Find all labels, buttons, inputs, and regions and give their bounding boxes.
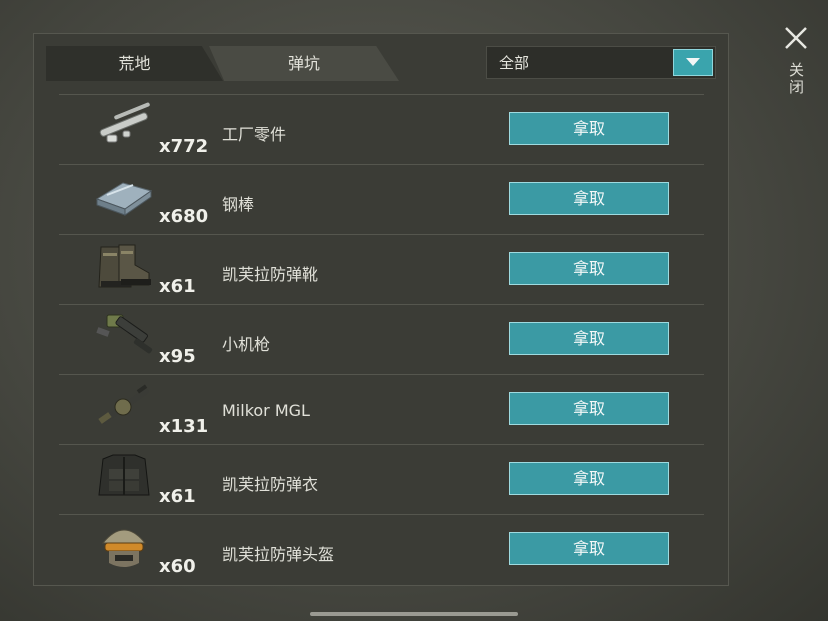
filter-selected-value: 全部 <box>499 54 530 72</box>
item-list: x772 工厂零件 拿取 x680 钢棒 拿取 x61 凯芙拉防弹靴 拿取 x9… <box>59 92 704 577</box>
item-quantity: x95 <box>159 346 196 367</box>
list-item: x61 凯芙拉防弹衣 拿取 <box>59 445 704 515</box>
kevlar-helmet-icon <box>93 521 155 571</box>
item-quantity: x680 <box>159 206 209 227</box>
tab-crater[interactable]: 弹坑 <box>209 46 399 81</box>
item-quantity: x772 <box>159 136 209 157</box>
take-button[interactable]: 拿取 <box>509 112 669 145</box>
grenade-launcher-icon <box>93 381 155 431</box>
item-quantity: x60 <box>159 556 196 577</box>
category-filter-dropdown[interactable]: 全部 <box>486 46 716 79</box>
take-button[interactable]: 拿取 <box>509 462 669 495</box>
close-label: 关闭 <box>787 62 805 96</box>
take-button[interactable]: 拿取 <box>509 392 669 425</box>
list-item: x680 钢棒 拿取 <box>59 165 704 235</box>
location-tabs: 荒地 弹坑 <box>46 46 446 81</box>
small-machine-gun-icon <box>93 311 155 361</box>
list-item: x772 工厂零件 拿取 <box>59 95 704 165</box>
item-name: 凯芙拉防弹衣 <box>222 475 319 494</box>
item-name: 凯芙拉防弹头盔 <box>222 545 335 564</box>
list-item: x131 Milkor MGL 拿取 <box>59 375 704 445</box>
home-indicator[interactable] <box>310 612 518 616</box>
item-name: 钢棒 <box>222 195 255 214</box>
chevron-down-icon <box>686 58 700 66</box>
item-name: Milkor MGL <box>222 401 310 420</box>
kevlar-boots-icon <box>93 241 155 291</box>
factory-parts-icon <box>93 101 155 151</box>
take-button[interactable]: 拿取 <box>509 322 669 355</box>
item-quantity: x61 <box>159 486 196 507</box>
item-name: 凯芙拉防弹靴 <box>222 265 319 284</box>
list-item: x60 凯芙拉防弹头盔 拿取 <box>59 515 704 577</box>
item-quantity: x61 <box>159 276 196 297</box>
loot-panel: 荒地 弹坑 全部 x772 工厂零件 拿取 x680 钢棒 拿取 x61 凯芙拉… <box>33 33 729 586</box>
close-button[interactable] <box>783 25 809 51</box>
item-quantity: x131 <box>159 416 209 437</box>
item-name: 小机枪 <box>222 335 271 354</box>
dropdown-button[interactable] <box>673 49 713 76</box>
take-button[interactable]: 拿取 <box>509 532 669 565</box>
list-item: x61 凯芙拉防弹靴 拿取 <box>59 235 704 305</box>
kevlar-vest-icon <box>93 451 155 501</box>
close-icon <box>785 27 807 49</box>
take-button[interactable]: 拿取 <box>509 182 669 215</box>
steel-bar-icon <box>93 171 155 221</box>
take-button[interactable]: 拿取 <box>509 252 669 285</box>
tab-wasteland[interactable]: 荒地 <box>46 46 223 81</box>
item-name: 工厂零件 <box>222 125 287 144</box>
list-item: x95 小机枪 拿取 <box>59 305 704 375</box>
